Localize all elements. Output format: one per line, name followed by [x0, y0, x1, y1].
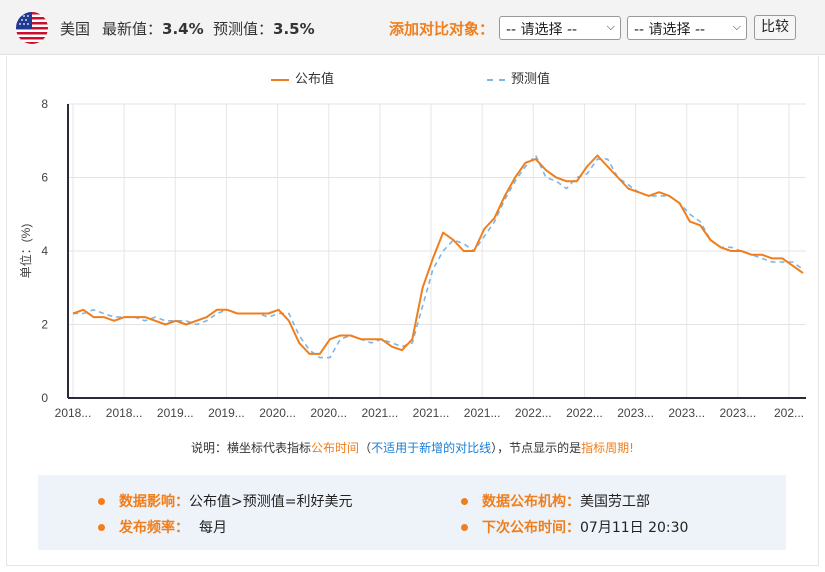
- x-tick-label: 2020...: [310, 406, 347, 420]
- chart-note: 说明：横坐标代表指标公布时间（不适用于新增的对比线），节点显示的是指标周期!: [0, 439, 825, 456]
- frequency-label: 发布频率：: [119, 520, 189, 536]
- frequency-value: 每月: [199, 520, 227, 536]
- note-prefix: 说明：横坐标代表指标: [191, 441, 312, 455]
- y-tick-label: 0: [41, 391, 48, 405]
- legend-item-forecast[interactable]: 预测值: [487, 68, 550, 87]
- chart-series: [72, 154, 804, 359]
- x-tick-label: 2019...: [208, 406, 245, 420]
- info-box: 数据影响：公布值>预测值=利好美元 数据公布机构：美国劳工部 发布频率： 每月 下…: [38, 475, 786, 550]
- legend-forecast-label: 预测值: [511, 72, 551, 87]
- x-tick-label: 2021...: [464, 406, 501, 420]
- next-release-label: 下次公布时间：: [482, 520, 580, 536]
- chart-grid: [68, 103, 806, 398]
- x-tick-label: 202...: [774, 406, 804, 420]
- x-tick-label: 2018...: [106, 406, 143, 420]
- x-tick-label: 2019...: [157, 406, 194, 420]
- legend-dashed-line-icon: [487, 78, 505, 81]
- info-impact: 数据影响：公布值>预测值=利好美元: [98, 491, 352, 511]
- impact-value: 公布值>预测值=利好美元: [189, 494, 353, 510]
- y-tick-label: 6: [41, 171, 48, 185]
- bullet-dot-icon: [461, 523, 468, 531]
- note-suffix: !: [629, 441, 634, 455]
- bullet-dot-icon: [461, 497, 468, 505]
- impact-label: 数据影响：: [119, 494, 189, 510]
- x-tick-label: 2023...: [668, 406, 705, 420]
- note-middle: ，节点显示的是: [497, 441, 582, 455]
- info-frequency: 发布频率： 每月: [98, 517, 227, 537]
- y-tick-label: 8: [41, 97, 48, 111]
- x-tick-label: 2023...: [617, 406, 654, 420]
- series-line-forecast: [73, 154, 804, 359]
- agency-value: 美国劳工部: [580, 494, 650, 510]
- x-tick-label: 2022...: [566, 406, 603, 420]
- next-release-value: 07月11日 20:30: [580, 520, 689, 536]
- y-tick-label: 4: [41, 244, 48, 258]
- agency-label: 数据公布机构：: [482, 494, 580, 510]
- info-agency: 数据公布机构：美国劳工部: [461, 491, 650, 511]
- note-highlight-time: 公布时间: [311, 441, 360, 455]
- y-axis-label: 单位：(%): [18, 224, 33, 279]
- x-tick-label: 2022...: [515, 406, 552, 420]
- bullet-dot-icon: [98, 523, 105, 531]
- x-tick-label: 2021...: [413, 406, 450, 420]
- note-highlight-period: 指标周期: [581, 441, 630, 455]
- y-tick-label: 2: [41, 318, 48, 332]
- x-tick-label: 2020...: [259, 406, 296, 420]
- legend-item-published[interactable]: 公布值: [271, 68, 334, 87]
- note-blue-text: 不适用于新增的对比线: [371, 441, 492, 455]
- info-next-release: 下次公布时间：07月11日 20:30: [461, 517, 688, 537]
- x-tick-label: 2021...: [362, 406, 399, 420]
- bullet-dot-icon: [98, 497, 105, 505]
- x-tick-label: 2018...: [55, 406, 92, 420]
- x-tick-label: 2023...: [720, 406, 757, 420]
- legend-solid-line-icon: [271, 78, 289, 81]
- note-paren-open: （: [359, 441, 372, 455]
- chart-labels: 0 2 4 6 8 2018... 2018... 2019... 2019... 2020...…: [18, 97, 804, 420]
- legend-published-label: 公布值: [295, 72, 335, 87]
